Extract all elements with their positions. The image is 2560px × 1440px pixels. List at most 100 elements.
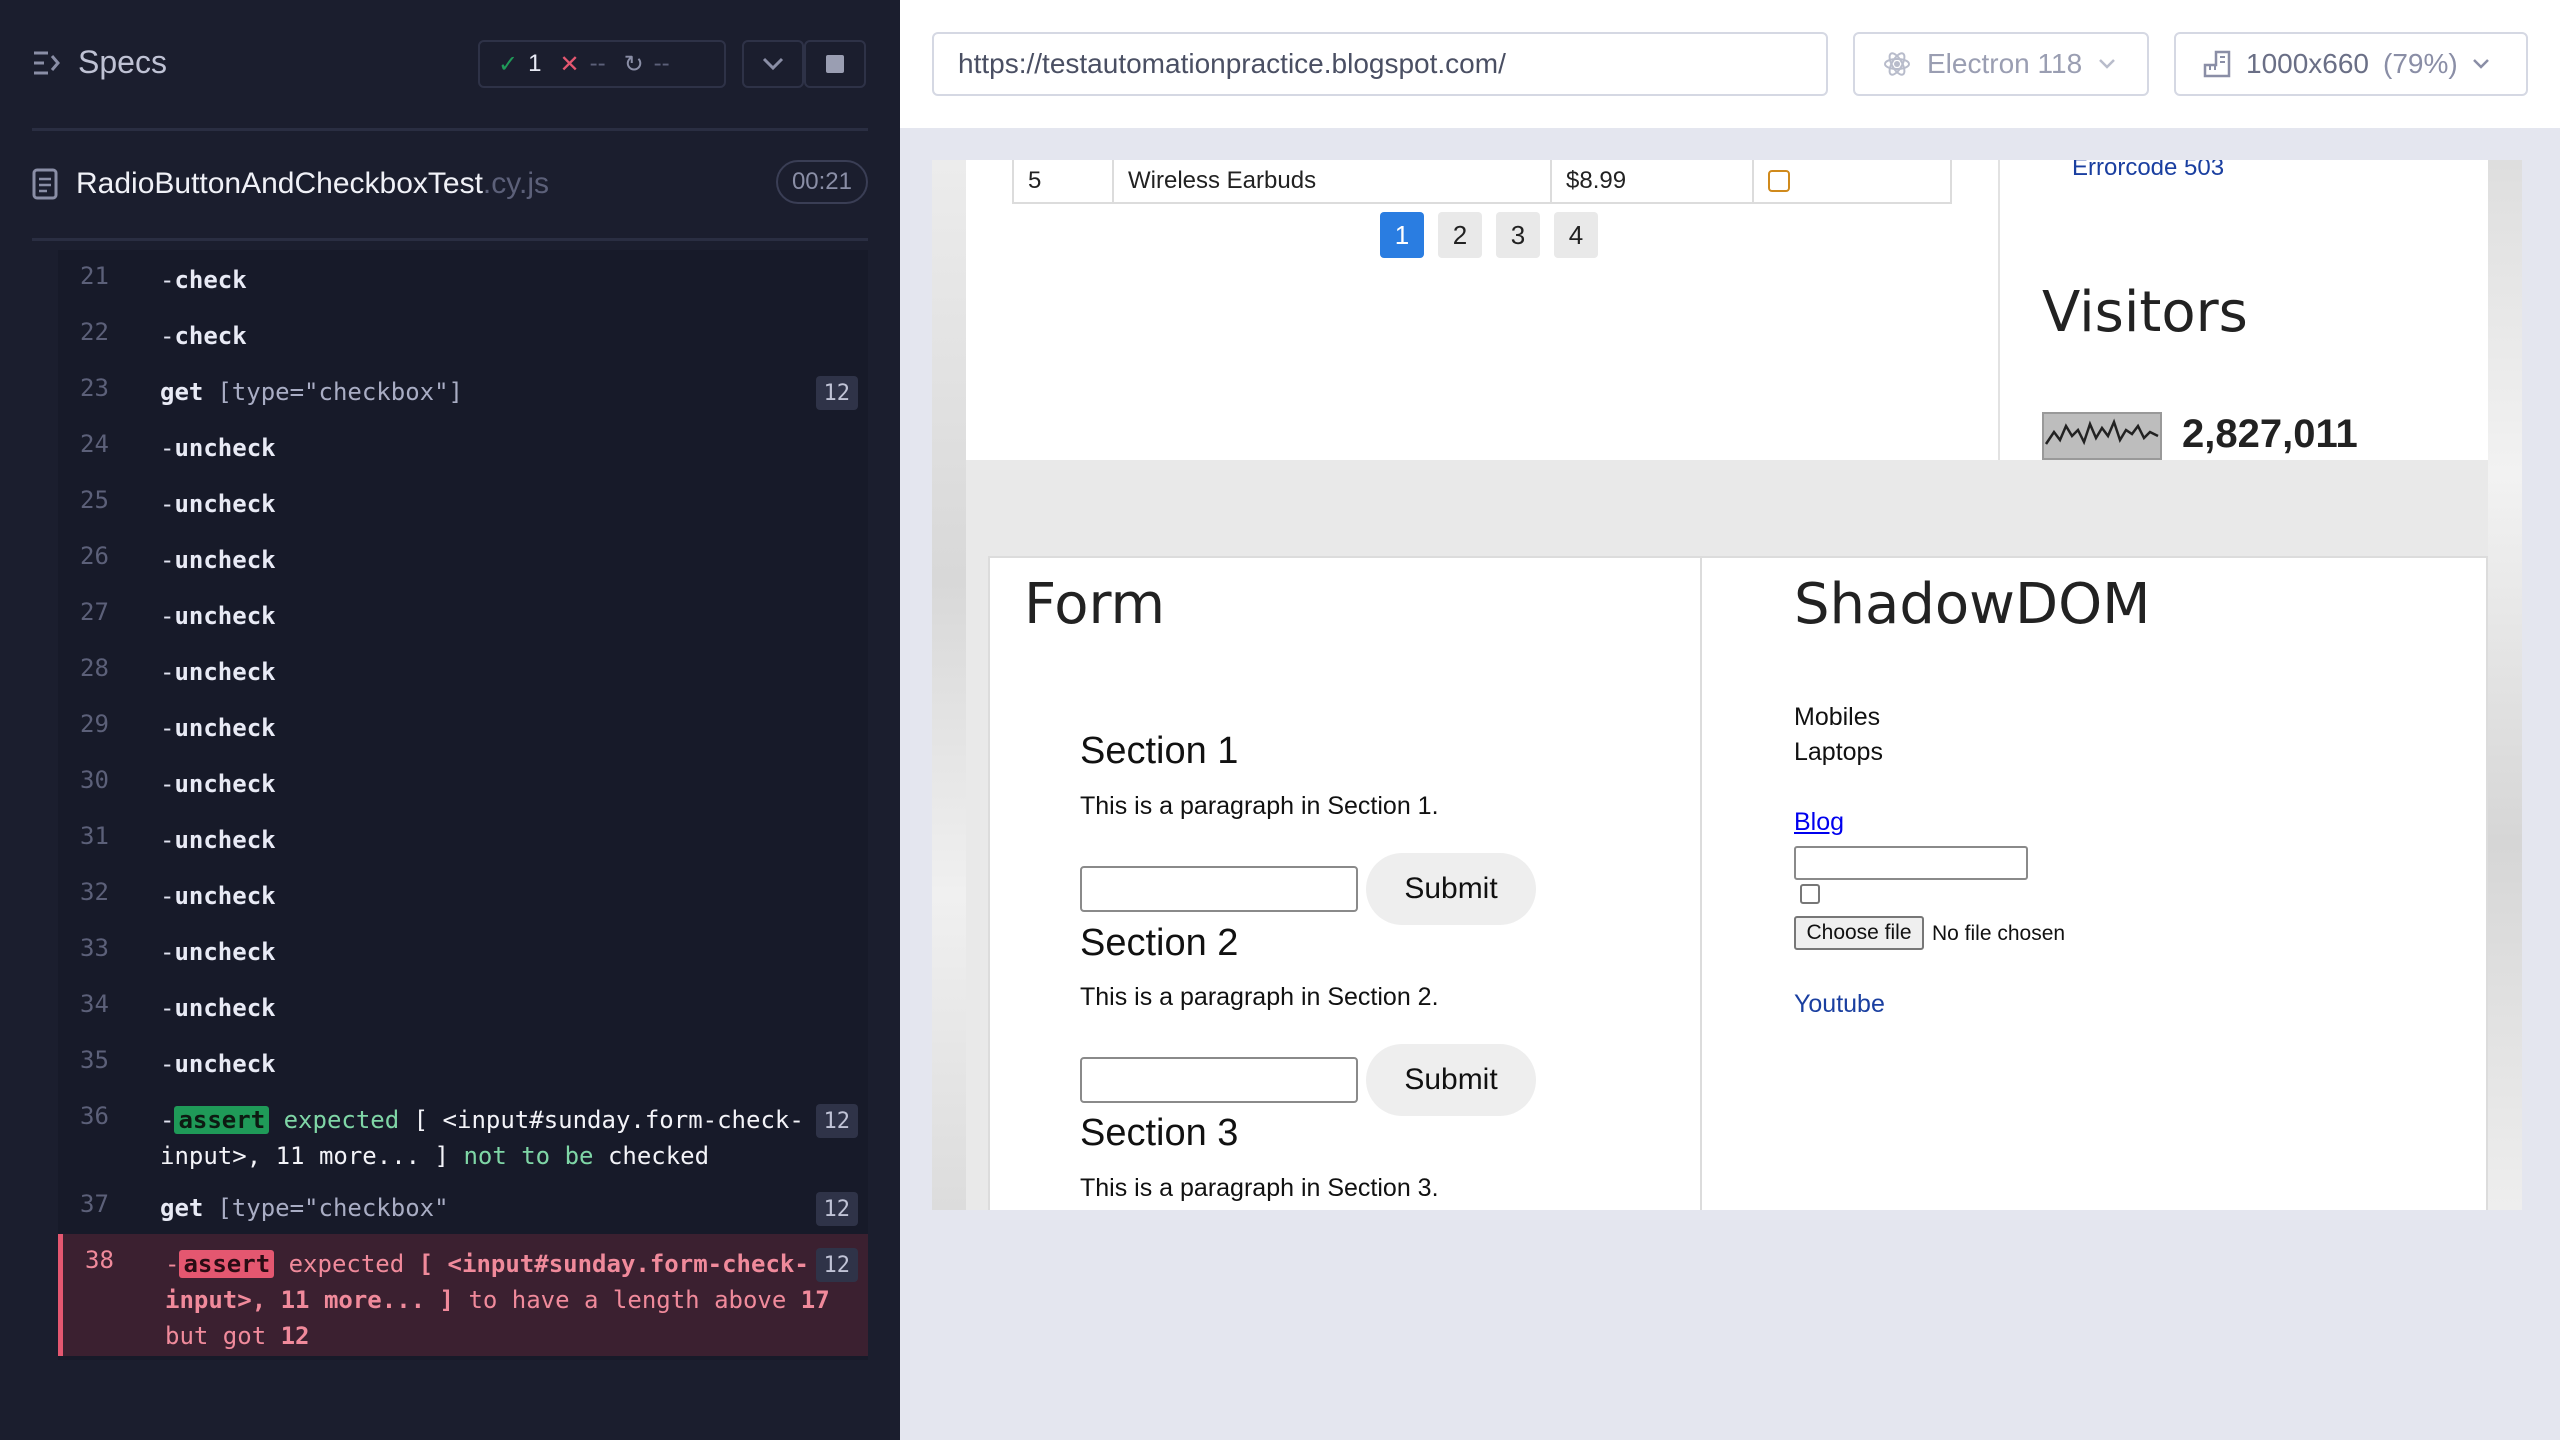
command-name: get bbox=[160, 1194, 204, 1222]
command-name: uncheck bbox=[174, 714, 276, 742]
viewport-zoom: (79%) bbox=[2383, 48, 2458, 79]
page-button[interactable]: 1 bbox=[1380, 212, 1424, 258]
page-background bbox=[2488, 160, 2522, 1210]
pending-stat: ↻ -- bbox=[606, 50, 670, 79]
viewport-select[interactable]: 1000x660 (79%) bbox=[2174, 32, 2528, 96]
errorcode-link[interactable]: Errorcode 503 bbox=[2072, 160, 2224, 182]
command-row[interactable]: 28 -uncheck bbox=[58, 642, 868, 698]
browser-name: Electron 118 bbox=[1927, 48, 2083, 79]
section-2-input[interactable] bbox=[1080, 1057, 1358, 1103]
command-prefix: - bbox=[160, 826, 175, 854]
section-paragraph: This is a paragraph in Section 2. bbox=[1080, 983, 1439, 1011]
command-list: 21 -check 22 -check 23 get [type="checkbox"] 12… bbox=[58, 250, 868, 1360]
chevron-down-icon bbox=[2472, 59, 2489, 69]
command-body: -uncheck bbox=[160, 878, 850, 914]
browser-select[interactable]: Electron 118 bbox=[1853, 32, 2149, 96]
blog-link[interactable]: Blog bbox=[1794, 808, 1844, 837]
command-prefix: - bbox=[160, 658, 175, 686]
line-number: 29 bbox=[80, 710, 109, 738]
element-count-badge: 12 bbox=[815, 376, 858, 410]
pagination: 1 2 3 4 bbox=[1380, 212, 1598, 258]
command-name: get bbox=[160, 378, 204, 406]
command-row[interactable]: 26 -uncheck bbox=[58, 530, 868, 586]
command-row[interactable]: 30 -uncheck bbox=[58, 754, 868, 810]
page-button[interactable]: 3 bbox=[1496, 212, 1540, 258]
element-count-badge: 12 bbox=[815, 1248, 858, 1282]
command-row[interactable]: 35 -uncheck bbox=[58, 1034, 868, 1090]
stop-icon bbox=[826, 55, 844, 73]
shadow-text-input[interactable] bbox=[1794, 846, 2028, 880]
command-prefix: - bbox=[160, 714, 175, 742]
line-number: 34 bbox=[80, 990, 109, 1018]
table-cell-product: Wireless Earbuds bbox=[1114, 160, 1552, 202]
command-body: -check bbox=[160, 318, 850, 354]
command-row[interactable]: 22 -check bbox=[58, 306, 868, 362]
assertion-row-passed[interactable]: 36 - assert expected [ <input#sunday.form-… bbox=[58, 1090, 868, 1178]
collapse-all-button[interactable] bbox=[742, 40, 804, 88]
section-1-submit-button[interactable]: Submit bbox=[1366, 853, 1536, 925]
command-body: -uncheck bbox=[160, 710, 850, 746]
command-body: -uncheck bbox=[160, 822, 850, 858]
command-prefix: - bbox=[160, 994, 175, 1022]
line-number: 22 bbox=[80, 318, 109, 346]
table-cell-id: 5 bbox=[1014, 160, 1114, 202]
command-body: -check bbox=[160, 262, 850, 298]
chevron-down-icon bbox=[762, 57, 784, 71]
page-background bbox=[932, 160, 966, 1210]
command-row[interactable]: 29 -uncheck bbox=[58, 698, 868, 754]
spec-duration: 00:21 bbox=[775, 160, 868, 204]
command-log-panel: Specs ✓ 1 ✕ -- ↻ -- RadioButtonAndCheckb… bbox=[0, 0, 900, 1440]
spec-file-name: RadioButtonAndCheckboxTest bbox=[76, 167, 483, 200]
assert-word: expected bbox=[288, 1250, 405, 1278]
shadow-text-mobiles: Mobiles bbox=[1794, 703, 1881, 731]
line-number: 37 bbox=[80, 1190, 109, 1218]
specs-toggle[interactable]: Specs bbox=[32, 44, 167, 81]
table-cell-price: $8.99 bbox=[1552, 160, 1754, 202]
line-number: 21 bbox=[80, 262, 109, 290]
line-number: 38 bbox=[85, 1246, 114, 1274]
failed-stat: ✕ -- bbox=[541, 50, 605, 79]
line-number: 25 bbox=[80, 486, 109, 514]
assert-word: but got bbox=[165, 1322, 267, 1350]
command-row[interactable]: 31 -uncheck bbox=[58, 810, 868, 866]
divider bbox=[32, 128, 868, 131]
visitor-count: 2,827,011 bbox=[2182, 412, 2358, 456]
command-prefix: - bbox=[160, 938, 175, 966]
section-2-submit-button[interactable]: Submit bbox=[1366, 1044, 1536, 1116]
assert-tag: assert bbox=[174, 1106, 270, 1134]
page-button[interactable]: 4 bbox=[1554, 212, 1598, 258]
url-text: https://testautomationpractice.blogspot.… bbox=[958, 48, 1506, 79]
command-body: -uncheck bbox=[160, 766, 850, 802]
url-bar[interactable]: https://testautomationpractice.blogspot.… bbox=[932, 32, 1828, 96]
ruler-icon bbox=[2203, 50, 2231, 78]
stop-button[interactable] bbox=[804, 40, 866, 88]
command-row[interactable]: 21 -check bbox=[58, 250, 868, 306]
line-number: 36 bbox=[80, 1102, 109, 1130]
command-prefix: - bbox=[165, 1250, 180, 1278]
command-row[interactable]: 24 -uncheck bbox=[58, 418, 868, 474]
page-button[interactable]: 2 bbox=[1438, 212, 1482, 258]
command-row[interactable]: 27 -uncheck bbox=[58, 586, 868, 642]
assertion-message: - assert expected [ <input#sunday.form-ch… bbox=[160, 1102, 850, 1174]
choose-file-button[interactable]: Choose file bbox=[1794, 916, 1924, 950]
command-row[interactable]: 25 -uncheck bbox=[58, 474, 868, 530]
column-divider bbox=[1700, 556, 1702, 1210]
shadow-text-laptops: Laptops bbox=[1794, 738, 1883, 766]
shadowdom-heading: ShadowDOM bbox=[1794, 572, 2151, 637]
command-body: get [type="checkbox" bbox=[160, 1190, 850, 1226]
command-row[interactable]: 34 -uncheck bbox=[58, 978, 868, 1034]
command-row[interactable]: 32 -uncheck bbox=[58, 866, 868, 922]
command-name: check bbox=[174, 266, 247, 294]
command-row[interactable]: 37 get [type="checkbox" 12 bbox=[58, 1178, 868, 1234]
form-heading: Form bbox=[1024, 572, 1166, 637]
command-row[interactable]: 23 get [type="checkbox"] 12 bbox=[58, 362, 868, 418]
section-paragraph: This is a paragraph in Section 3. bbox=[1080, 1174, 1439, 1202]
section-1-input[interactable] bbox=[1080, 866, 1358, 912]
passed-stat: ✓ 1 bbox=[480, 50, 541, 79]
spec-file-header: RadioButtonAndCheckboxTest .cy.js 00:21 bbox=[32, 160, 868, 208]
command-row[interactable]: 33 -uncheck bbox=[58, 922, 868, 978]
assertion-row-failed[interactable]: 38 - assert expected [ <input#sunday.form-… bbox=[58, 1234, 868, 1356]
youtube-link[interactable]: Youtube bbox=[1794, 990, 1885, 1019]
row-checkbox[interactable] bbox=[1768, 170, 1790, 192]
shadow-checkbox[interactable] bbox=[1800, 884, 1820, 904]
